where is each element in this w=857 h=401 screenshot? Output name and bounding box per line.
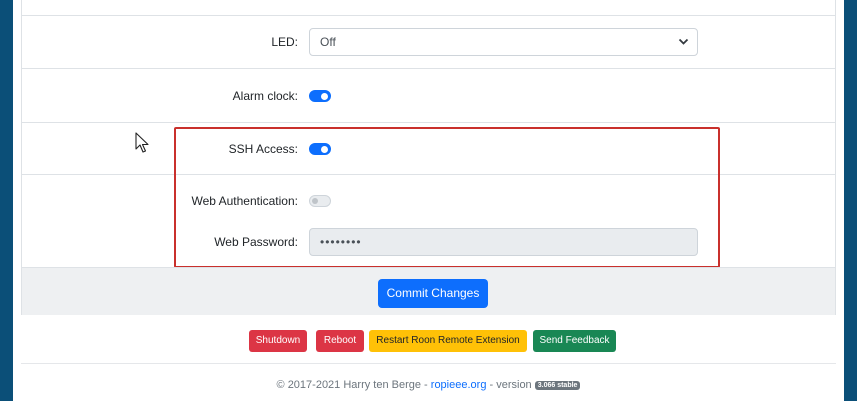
mouse-pointer-icon: [135, 132, 149, 159]
copyright: © 2017-2021 Harry ten Berge - ropieee.or…: [13, 379, 844, 391]
site-link[interactable]: ropieee.org: [431, 379, 487, 391]
reboot-button[interactable]: Reboot: [316, 330, 364, 352]
led-select-value: Off: [320, 35, 336, 49]
chevron-down-icon: [678, 29, 689, 65]
divider: [22, 15, 835, 16]
alarm-clock-toggle[interactable]: [309, 90, 331, 102]
commit-changes-button[interactable]: Commit Changes: [378, 279, 488, 308]
divider: [22, 122, 835, 123]
restart-roon-remote-button[interactable]: Restart Roon Remote Extension: [369, 330, 527, 352]
led-select[interactable]: Off: [309, 28, 698, 56]
version-text: - version: [489, 379, 532, 391]
divider: [21, 363, 836, 364]
send-feedback-button[interactable]: Send Feedback: [533, 330, 616, 352]
version-badge: 3.066 stable: [534, 381, 581, 390]
highlight-box: [174, 127, 720, 268]
page: LED: Off Alarm clock: SSH Access: Web Au…: [13, 0, 844, 401]
divider: [22, 68, 835, 69]
alarm-clock-label: Alarm clock:: [232, 89, 298, 103]
copyright-text: © 2017-2021 Harry ten Berge -: [276, 379, 428, 391]
shutdown-button[interactable]: Shutdown: [249, 330, 307, 352]
led-label: LED:: [271, 35, 298, 49]
card-footer: Commit Changes: [22, 267, 835, 315]
